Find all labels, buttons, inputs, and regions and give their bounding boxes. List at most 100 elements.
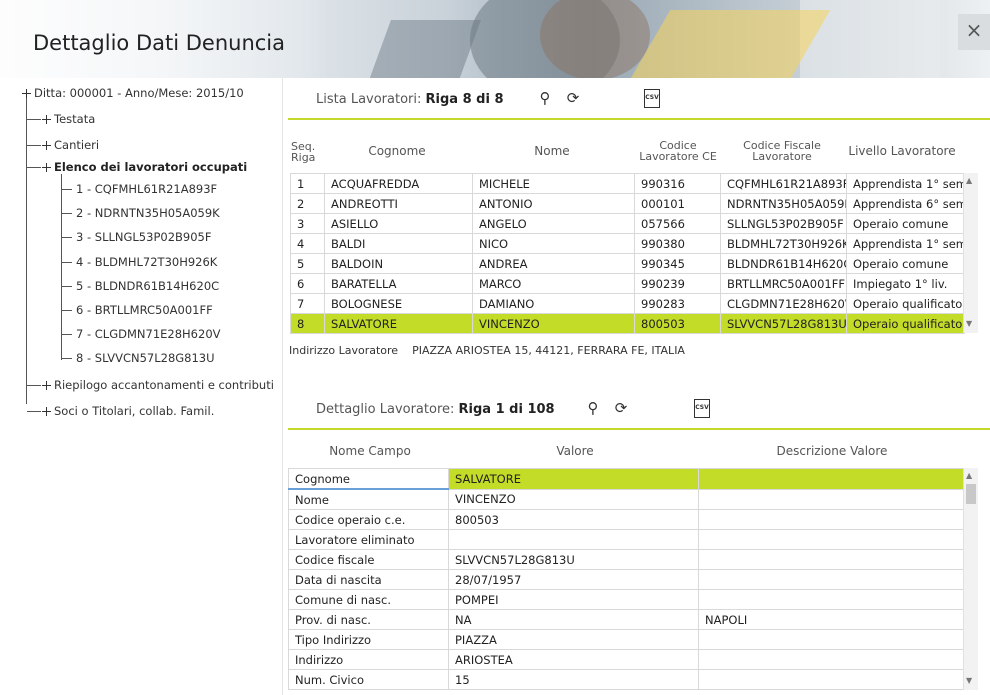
- expander-icon[interactable]: [42, 163, 51, 172]
- tree-worker-7[interactable]: 7 - CLGDMN71E28H620V: [76, 327, 221, 341]
- csv-export-icon[interactable]: CSV: [694, 399, 710, 418]
- table-cell: SLVVCN57L28G813U: [720, 313, 847, 334]
- table-row[interactable]: 5 BALDOIN ANDREA 990345 BLDNDR61B14H620C Oper…: [290, 253, 965, 274]
- detail-cell: NAPOLI: [698, 609, 965, 630]
- detail-cell: 28/07/1957: [448, 569, 699, 590]
- tree-node-0[interactable]: Testata: [42, 112, 95, 126]
- tree-connector: [27, 385, 41, 386]
- col-codice-ce[interactable]: Codice Lavoratore CE: [632, 140, 724, 162]
- detail-row[interactable]: Num. Civico 15: [288, 669, 965, 690]
- search-icon[interactable]: ⚲: [584, 399, 602, 417]
- address-row: Indirizzo Lavoratore PIAZZA ARIOSTEA 15, …: [289, 344, 685, 357]
- dialog-title: Dettaglio Dati Denuncia: [33, 31, 285, 55]
- expander-icon[interactable]: [42, 407, 51, 416]
- csv-export-icon[interactable]: CSV: [644, 89, 660, 108]
- lista-scrollbar[interactable]: ▲ ▼: [963, 173, 978, 333]
- table-cell: ANDREOTTI: [324, 193, 473, 214]
- table-cell: NICO: [472, 233, 635, 254]
- detail-cell: [698, 669, 965, 690]
- table-cell: Operaio comune: [846, 213, 965, 234]
- tree-worker-1[interactable]: 1 - CQFMHL61R21A893F: [76, 182, 217, 196]
- table-cell: 7: [290, 293, 325, 314]
- dettaglio-scrollbar[interactable]: ▲ ▼: [963, 468, 978, 690]
- table-row[interactable]: 8 SALVATORE VINCENZO 800503 SLVVCN57L28G813U…: [290, 313, 965, 334]
- detail-cell: Data di nascita: [288, 569, 449, 590]
- table-cell: ACQUAFREDDA: [324, 173, 473, 194]
- table-cell: NDRNTN35H05A059K: [720, 193, 847, 214]
- table-cell: Operaio qualificato: [846, 293, 965, 314]
- col-cognome[interactable]: Cognome: [325, 145, 469, 157]
- detail-row[interactable]: Nome VINCENZO: [288, 488, 965, 510]
- tree-worker-6[interactable]: 6 - BRTLLMRC50A001FF: [76, 303, 213, 317]
- tree-node-2[interactable]: Elenco dei lavoratori occupati: [42, 160, 247, 174]
- tree-worker-5[interactable]: 5 - BLDNDR61B14H620C: [76, 279, 219, 293]
- col-nome[interactable]: Nome: [472, 145, 632, 157]
- detail-cell: POMPEI: [448, 589, 699, 610]
- table-row[interactable]: 1 ACQUAFREDDA MICHELE 990316 CQFMHL61R21A893…: [290, 173, 965, 194]
- detail-row[interactable]: Data di nascita 28/07/1957: [288, 569, 965, 590]
- table-row[interactable]: 7 BOLOGNESE DAMIANO 990283 CLGDMN71E28H620V O…: [290, 293, 965, 314]
- refresh-icon[interactable]: ⟳: [564, 89, 582, 107]
- scroll-thumb[interactable]: [966, 484, 976, 504]
- col-valore[interactable]: Valore: [450, 445, 700, 457]
- search-icon[interactable]: ⚲: [536, 89, 554, 107]
- table-cell: SLLNGL53P02B905F: [720, 213, 847, 234]
- dettaglio-table: Cognome SALVATORE Nome VINCENZO Codice opera…: [288, 468, 965, 690]
- detail-row[interactable]: Prov. di nasc. NA NAPOLI: [288, 609, 965, 630]
- tree-panel: Ditta: 000001 - Anno/Mese: 2015/10 Testat…: [0, 78, 283, 695]
- col-seq[interactable]: Seq. Riga: [291, 141, 315, 163]
- table-cell: 4: [290, 233, 325, 254]
- detail-cell: 800503: [448, 509, 699, 530]
- detail-row[interactable]: Tipo Indirizzo PIAZZA: [288, 629, 965, 650]
- table-cell: BRTLLMRC50A001FF: [720, 273, 847, 294]
- col-livello[interactable]: Livello Lavoratore: [846, 145, 958, 157]
- detail-cell: Indirizzo: [288, 649, 449, 670]
- detail-cell: 15: [448, 669, 699, 690]
- tree-root[interactable]: Ditta: 000001 - Anno/Mese: 2015/10: [22, 86, 244, 100]
- table-cell: Apprendista 1° sem.: [846, 233, 965, 254]
- detail-cell: Num. Civico: [288, 669, 449, 690]
- detail-row[interactable]: Cognome SALVATORE: [288, 468, 965, 490]
- table-cell: 990316: [634, 173, 721, 194]
- detail-cell: [698, 529, 965, 550]
- expander-icon[interactable]: [42, 381, 51, 390]
- table-cell: ANGELO: [472, 213, 635, 234]
- table-row[interactable]: 2 ANDREOTTI ANTONIO 000101 NDRNTN35H05A059K A…: [290, 193, 965, 214]
- detail-cell: Lavoratore eliminato: [288, 529, 449, 550]
- detail-cell: [698, 629, 965, 650]
- detail-cell: Prov. di nasc.: [288, 609, 449, 630]
- table-row[interactable]: 3 ASIELLO ANGELO 057566 SLLNGL53P02B905F Oper…: [290, 213, 965, 234]
- table-cell: 000101: [634, 193, 721, 214]
- expander-icon[interactable]: [42, 141, 51, 150]
- tree-node-after-0[interactable]: Riepilogo accantonamenti e contributi: [42, 378, 274, 392]
- col-descrizione[interactable]: Descrizione Valore: [700, 445, 964, 457]
- tree-worker-2[interactable]: 2 - NDRNTN35H05A059K: [76, 206, 220, 220]
- table-row[interactable]: 6 BARATELLA MARCO 990239 BRTLLMRC50A001FF Imp…: [290, 273, 965, 294]
- table-cell: VINCENZO: [472, 313, 635, 334]
- refresh-icon[interactable]: ⟳: [612, 399, 630, 417]
- tree-connector: [62, 334, 72, 336]
- tree-node-after-1[interactable]: Soci o Titolari, collab. Famil.: [42, 404, 214, 418]
- col-codice-fiscale[interactable]: Codice Fiscale Lavoratore: [720, 140, 844, 162]
- tree-worker-4[interactable]: 4 - BLDMHL72T30H926K: [76, 255, 217, 269]
- detail-row[interactable]: Codice operaio c.e. 800503: [288, 509, 965, 530]
- tree-worker-3[interactable]: 3 - SLLNGL53P02B905F: [76, 230, 211, 244]
- table-cell: CQFMHL61R21A893F: [720, 173, 847, 194]
- detail-cell: SLVVCN57L28G813U: [448, 549, 699, 570]
- table-row[interactable]: 4 BALDI NICO 990380 BLDMHL72T30H926K Apprendi…: [290, 233, 965, 254]
- expander-icon[interactable]: [42, 115, 51, 124]
- detail-row[interactable]: Codice fiscale SLVVCN57L28G813U: [288, 549, 965, 570]
- col-nome-campo[interactable]: Nome Campo: [290, 445, 450, 457]
- tree-node-1[interactable]: Cantieri: [42, 138, 99, 152]
- detail-row[interactable]: Comune di nasc. POMPEI: [288, 589, 965, 610]
- expander-icon[interactable]: [22, 89, 31, 98]
- detail-cell: Comune di nasc.: [288, 589, 449, 610]
- detail-cell: ARIOSTEA: [448, 649, 699, 670]
- tree-connector: [62, 285, 72, 287]
- detail-cell: Codice operaio c.e.: [288, 509, 449, 530]
- detail-row[interactable]: Indirizzo ARIOSTEA: [288, 649, 965, 670]
- close-button[interactable]: ×: [958, 14, 990, 50]
- tree-connector: [27, 119, 41, 120]
- tree-worker-8[interactable]: 8 - SLVVCN57L28G813U: [76, 351, 215, 365]
- detail-row[interactable]: Lavoratore eliminato: [288, 529, 965, 550]
